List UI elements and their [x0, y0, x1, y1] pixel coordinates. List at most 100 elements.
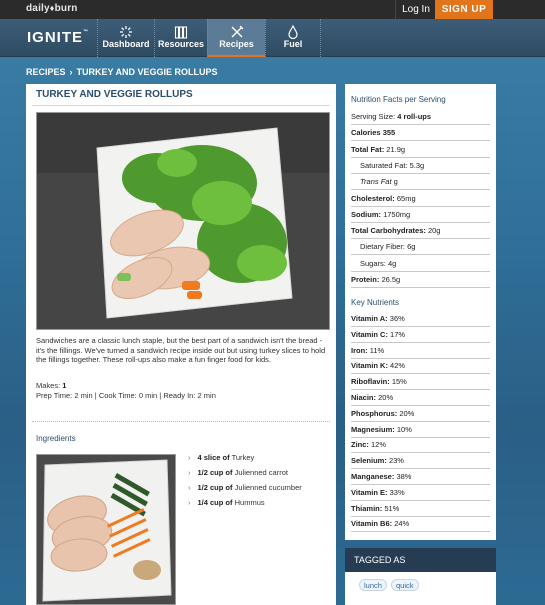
- key-nutrient-row: Manganese: 38%: [351, 469, 490, 485]
- nutrient-value: 355: [382, 128, 396, 138]
- nutrient-label: Magnesium:: [351, 424, 395, 434]
- ingredient-qty: 4 slice of: [197, 453, 230, 462]
- ingredient-qty: 1/4 cup of: [197, 498, 233, 507]
- nutrient-value: 4g: [387, 258, 397, 268]
- ready-value: 2 min: [197, 391, 216, 400]
- nav-divider: [320, 19, 321, 57]
- ignite-logo[interactable]: IGNITE™: [27, 29, 89, 46]
- nutrition-row: Total Carbohydrates: 20g: [351, 223, 490, 240]
- makes-line: Makes: 1: [36, 381, 216, 391]
- nutrient-value: 11%: [369, 345, 385, 355]
- signup-button[interactable]: SIGN UP: [435, 0, 493, 19]
- chevron-right-icon: ›: [188, 468, 191, 477]
- nutrient-value: g: [393, 177, 398, 187]
- ready-label: Ready In:: [163, 391, 196, 400]
- nutrition-heading: Nutrition Facts per Serving: [351, 95, 446, 104]
- utensils-icon: [208, 19, 265, 39]
- key-nutrients-heading: Key Nutrients: [351, 298, 400, 307]
- nutrient-value: 42%: [390, 361, 406, 371]
- nutrient-value: 20%: [378, 393, 394, 402]
- nutrient-value: 10%: [396, 424, 412, 434]
- nutrient-value: 6g: [407, 242, 416, 252]
- tag-link[interactable]: quick: [391, 579, 419, 591]
- chevron-right-icon: ›: [188, 498, 191, 507]
- nutrition-row: Total Fat: 21.9g: [351, 142, 490, 158]
- nutrient-label: Serving Size:: [351, 112, 396, 121]
- nutrient-label: Vitamin K:: [351, 361, 388, 371]
- nutrient-label: Manganese:: [351, 472, 395, 481]
- nutrient-label: Selenium:: [351, 456, 387, 466]
- nav-label: Dashboard: [102, 39, 150, 49]
- recipe-panel: TURKEY AND VEGGIE ROLLUPS Sandwiches are…: [26, 84, 336, 605]
- nutrient-label: Total Fat:: [351, 144, 385, 154]
- ingredient-name: Hummus: [234, 498, 265, 507]
- key-nutrient-row: Vitamin C: 17%: [351, 327, 490, 343]
- nutrition-row: Saturated Fat: 5.3g: [351, 158, 490, 174]
- nutrient-label: Zinc:: [351, 440, 369, 450]
- key-nutrient-row: Phosphorus: 20%: [351, 406, 490, 422]
- nav-resources[interactable]: Resources: [154, 19, 207, 57]
- top-bar: daily♦burn Log In SIGN UP: [0, 0, 545, 19]
- ingredients-heading: Ingredients: [36, 434, 76, 443]
- nutrient-label: Niacin:: [351, 393, 377, 402]
- ingredient-qty: 1/2 cup of: [197, 483, 233, 492]
- prep-label: Prep Time:: [36, 391, 73, 400]
- time-line: Prep Time: 2 min | Cook Time: 0 min | Re…: [36, 391, 216, 400]
- dailyburn-logo[interactable]: daily♦burn: [26, 3, 78, 14]
- key-nutrient-row: Zinc: 12%: [351, 437, 490, 454]
- nutrient-value: 1750mg: [383, 209, 411, 219]
- nutrient-label: Iron:: [351, 345, 368, 355]
- login-link[interactable]: Log In: [395, 0, 437, 19]
- nutrient-label: Vitamin A:: [351, 314, 388, 323]
- nutrient-label: Vitamin E:: [351, 487, 388, 497]
- nutrient-label: Trans Fat: [360, 177, 392, 187]
- makes-label: Makes:: [36, 381, 61, 390]
- tag-link[interactable]: lunch: [359, 579, 387, 591]
- nutrition-row: Dietary Fiber: 6g: [351, 239, 490, 256]
- tags-heading: TAGGED AS: [345, 548, 496, 572]
- brand-text-2: burn: [54, 3, 78, 14]
- key-nutrient-row: Niacin: 20%: [351, 390, 490, 406]
- sunburst-icon: [98, 19, 154, 39]
- nutrient-label: Sodium:: [351, 209, 381, 219]
- list-item: › 1/2 cup of Julienned cucumber: [188, 480, 302, 495]
- nav-label: Fuel: [283, 39, 303, 49]
- nutrient-label: Dietary Fiber:: [360, 242, 406, 252]
- nav-recipes[interactable]: Recipes: [207, 19, 265, 57]
- divider: [32, 105, 330, 106]
- nav-dashboard[interactable]: Dashboard: [97, 19, 154, 57]
- main-nav: IGNITE™ Dashboard Resources Recipes Fuel: [0, 19, 545, 57]
- prep-value: 2 min: [74, 391, 93, 400]
- nav-label: Recipes: [219, 39, 254, 49]
- chevron-right-icon: ›: [188, 483, 191, 492]
- nutrient-value: 26.5g: [381, 275, 401, 284]
- recipe-meta: Makes: 1 Prep Time: 2 min | Cook Time: 0…: [36, 381, 216, 401]
- nutrient-label: Total Carbohydrates:: [351, 226, 426, 236]
- key-nutrient-row: Iron: 11%: [351, 343, 490, 359]
- logo-text: IGNITE: [27, 29, 84, 46]
- nutrition-panel: Nutrition Facts per Serving Serving Size…: [345, 84, 496, 540]
- ingredient-name: Julienned carrot: [234, 468, 288, 477]
- nav-label: Resources: [157, 39, 205, 49]
- nutrient-value: 36%: [389, 314, 405, 323]
- nutrient-label: Saturated Fat:: [360, 160, 408, 170]
- nutrient-label: Phosphorus:: [351, 408, 398, 418]
- key-nutrient-row: Magnesium: 10%: [351, 422, 490, 438]
- makes-value: 1: [62, 381, 67, 390]
- key-nutrient-row: Selenium: 23%: [351, 453, 490, 470]
- nutrient-value: 24%: [394, 519, 410, 529]
- nav-fuel[interactable]: Fuel: [265, 19, 320, 57]
- breadcrumb: RECIPES › TURKEY AND VEGGIE ROLLUPS: [26, 67, 222, 77]
- nutrient-label: Protein:: [351, 275, 380, 284]
- key-nutrient-row: Vitamin B6: 24%: [351, 516, 490, 533]
- nutrition-row: Serving Size: 4 roll-ups: [351, 109, 490, 125]
- cook-label: Cook Time:: [98, 391, 137, 400]
- key-nutrient-row: Vitamin K: 42%: [351, 358, 490, 375]
- recipe-description: Sandwiches are a classic lunch staple, b…: [36, 336, 326, 364]
- tags-panel: TAGGED AS lunch quick: [345, 548, 496, 605]
- nutrition-row: Sugars: 4g: [351, 256, 490, 272]
- trademark-mark: ™: [83, 29, 90, 35]
- nutrition-row: Cholesterol: 65mg: [351, 191, 490, 207]
- breadcrumb-recipes-link[interactable]: RECIPES: [26, 67, 66, 77]
- recipe-photo: [36, 112, 330, 330]
